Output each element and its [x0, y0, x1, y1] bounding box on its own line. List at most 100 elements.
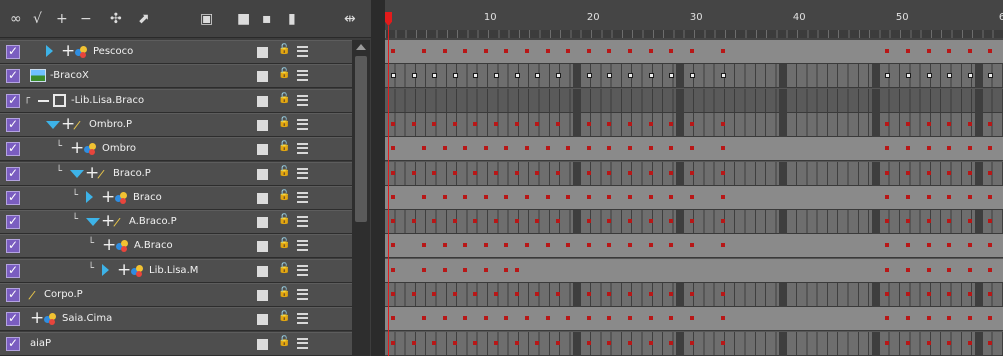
keyframe[interactable]	[483, 49, 488, 53]
keyframe[interactable]	[967, 267, 972, 272]
timeline-track[interactable]	[385, 112, 1003, 137]
timeline-track[interactable]	[385, 64, 1003, 89]
keyframe[interactable]	[607, 316, 612, 321]
layer-row[interactable]: + Saia.Cima 🔓	[0, 307, 352, 332]
timeline-track[interactable]	[385, 307, 1003, 332]
keyframe[interactable]	[555, 170, 560, 175]
keyframe[interactable]	[586, 292, 591, 296]
keyframe[interactable]	[885, 194, 890, 199]
layer-row[interactable]: └+/Braco.P🔓	[0, 161, 352, 186]
keyframe[interactable]	[586, 170, 591, 175]
keyframe[interactable]	[648, 170, 653, 175]
layer-row[interactable]: └+/A.Braco.P🔓	[0, 210, 352, 235]
keyframe[interactable]	[535, 73, 541, 79]
lock-icon[interactable]: 🔓	[278, 93, 290, 104]
layer-row[interactable]: └ + Ombro 🔓	[0, 137, 352, 162]
keyframe[interactable]	[947, 340, 952, 345]
layer-color-swatch[interactable]	[257, 119, 268, 131]
keyframe[interactable]	[463, 243, 468, 248]
keyframe[interactable]	[669, 170, 674, 175]
keyframe[interactable]	[586, 146, 591, 151]
layer-color-swatch[interactable]	[257, 95, 268, 107]
scroll-up-arrow-icon[interactable]	[356, 44, 366, 50]
keyframe[interactable]	[566, 49, 571, 53]
keyframe[interactable]	[967, 170, 972, 175]
keyframe[interactable]	[545, 194, 550, 199]
keyframe[interactable]	[586, 73, 592, 79]
keyframe[interactable]	[411, 73, 417, 79]
keyframe[interactable]	[988, 146, 993, 151]
keyframe[interactable]	[504, 267, 509, 272]
keyframe[interactable]	[421, 267, 426, 272]
playhead[interactable]	[385, 0, 392, 356]
keyframe[interactable]	[411, 219, 416, 224]
keyframe[interactable]	[967, 73, 973, 79]
collapse-dash-icon[interactable]	[38, 99, 49, 102]
keyframe[interactable]	[885, 146, 890, 151]
keyframe[interactable]	[648, 194, 653, 199]
add-child-icon[interactable]: +	[102, 235, 116, 255]
keyframe[interactable]	[535, 170, 540, 175]
layer-stack-icon[interactable]	[297, 118, 308, 130]
keyframe[interactable]	[607, 49, 612, 53]
keyframe[interactable]	[627, 170, 632, 175]
keyframe[interactable]	[947, 219, 952, 224]
layer-row[interactable]: + Pescoco 🔓	[0, 40, 352, 64]
keyframe[interactable]	[947, 267, 952, 272]
keyframe[interactable]	[926, 170, 931, 175]
color-swatch-icon[interactable]: ▮	[288, 9, 296, 29]
keyframe[interactable]	[947, 73, 953, 79]
keyframe[interactable]	[885, 292, 890, 296]
add-child-icon[interactable]: +	[61, 41, 75, 61]
lock-icon[interactable]: 🔓	[278, 44, 290, 55]
keyframe[interactable]	[566, 194, 571, 199]
display-square-icon[interactable]: ■	[237, 9, 250, 29]
keyframe[interactable]	[421, 194, 426, 199]
timeline-track[interactable]	[385, 210, 1003, 235]
keyframe[interactable]	[885, 170, 890, 175]
keyframe[interactable]	[586, 219, 591, 224]
keyframe[interactable]	[483, 267, 488, 272]
layer-enable-checkbox[interactable]	[6, 214, 20, 230]
keyframe[interactable]	[607, 219, 612, 224]
keyframe[interactable]	[627, 340, 632, 345]
keyframe[interactable]	[988, 194, 993, 199]
lock-icon[interactable]: 🔓	[278, 336, 290, 347]
keyframe[interactable]	[689, 243, 694, 248]
keyframe[interactable]	[669, 340, 674, 345]
layer-enable-checkbox[interactable]	[6, 141, 20, 157]
keyframe[interactable]	[586, 340, 591, 345]
layer-color-swatch[interactable]	[257, 241, 268, 253]
keyframe[interactable]	[524, 49, 529, 53]
keyframe[interactable]	[627, 73, 633, 79]
keyframe[interactable]	[906, 316, 910, 321]
timeline-track[interactable]	[385, 88, 1003, 113]
lock-icon[interactable]: 🔓	[278, 166, 290, 177]
keyframe[interactable]	[648, 146, 653, 151]
layer-stack-icon[interactable]	[297, 143, 308, 155]
add-layer-icon[interactable]: +	[56, 9, 68, 29]
keyframe[interactable]	[689, 170, 694, 175]
keyframe[interactable]	[720, 146, 725, 151]
keyframe[interactable]	[926, 316, 931, 321]
layer-enable-checkbox[interactable]	[6, 68, 20, 84]
keyframe[interactable]	[555, 292, 560, 296]
layer-color-swatch[interactable]	[257, 71, 268, 83]
keyframe[interactable]	[627, 121, 632, 126]
keyframe[interactable]	[926, 146, 931, 151]
keyframe[interactable]	[669, 73, 675, 79]
keyframe[interactable]	[535, 121, 540, 126]
lock-icon[interactable]: 🔓	[278, 68, 290, 79]
layer-color-swatch[interactable]	[257, 47, 268, 58]
keyframe[interactable]	[473, 292, 478, 296]
layer-stack-icon[interactable]	[297, 337, 308, 349]
keyframe[interactable]	[627, 219, 632, 224]
keyframe[interactable]	[524, 243, 529, 248]
keyframe[interactable]	[494, 121, 498, 126]
keyframe[interactable]	[669, 219, 674, 224]
keyframe[interactable]	[689, 219, 694, 224]
playhead-handle-icon[interactable]	[385, 12, 392, 26]
keyframe[interactable]	[524, 146, 529, 151]
timeline-track[interactable]	[385, 234, 1003, 259]
layer-color-swatch[interactable]	[257, 290, 268, 301]
